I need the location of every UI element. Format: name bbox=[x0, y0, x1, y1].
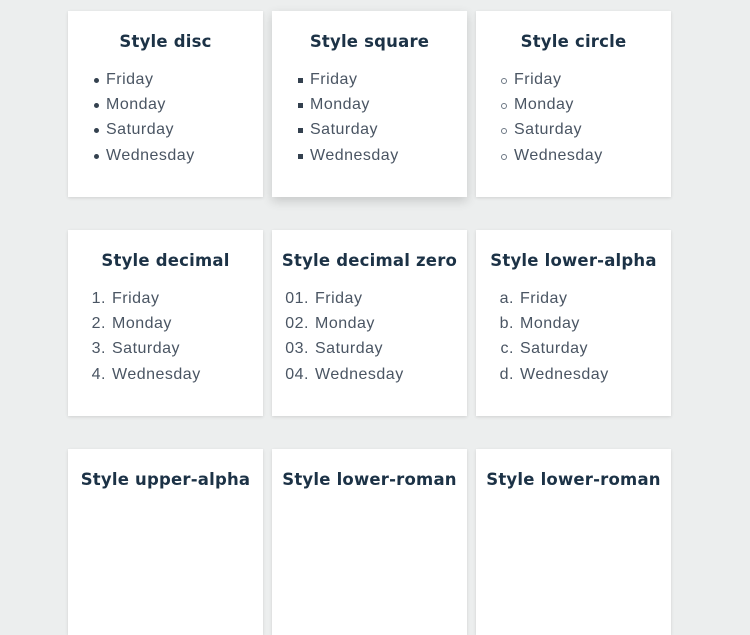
list-item-label: Monday bbox=[310, 96, 370, 114]
list-item: Monday bbox=[476, 92, 671, 117]
list-item-label: Friday bbox=[315, 289, 363, 307]
disc-bullet-icon bbox=[86, 148, 100, 164]
circle-bullet-icon bbox=[494, 122, 508, 138]
list-item-label: Friday bbox=[106, 70, 154, 88]
list-item: Monday bbox=[68, 92, 263, 117]
list-marker: 2. bbox=[91, 315, 106, 333]
list-marker: a. bbox=[499, 289, 514, 307]
circle-bullet-icon bbox=[494, 97, 508, 113]
list-item-label: Saturday bbox=[106, 121, 175, 139]
list-item: Saturday bbox=[68, 118, 263, 143]
square-bullet-icon bbox=[290, 148, 304, 164]
list-item-label: Wednesday bbox=[310, 146, 399, 164]
card-style-lower-roman-2: Style lower-roman bbox=[476, 449, 671, 635]
list-item-label: Monday bbox=[520, 315, 580, 333]
card-style-lower-alpha: Style lower-alpha a. Friday b. Monday c. Sa… bbox=[476, 230, 671, 416]
card-style-circle: Style circle Friday Monday Saturday Wedn… bbox=[476, 11, 671, 197]
list-item: 04. Wednesday bbox=[272, 362, 467, 387]
list-item-label: Friday bbox=[112, 289, 160, 307]
list-item: d. Wednesday bbox=[476, 362, 671, 387]
circle-bullet-icon bbox=[494, 148, 508, 164]
list-marker: 1. bbox=[91, 289, 106, 307]
card-style-decimal-zero: Style decimal zero 01. Friday 02. Monday 0… bbox=[272, 230, 467, 416]
list-item: a. Friday bbox=[476, 286, 671, 311]
day-list: Friday Monday Saturday Wednesday bbox=[476, 67, 671, 169]
list-item-label: Monday bbox=[112, 315, 172, 333]
list-item-label: Friday bbox=[520, 289, 568, 307]
disc-bullet-icon bbox=[86, 122, 100, 138]
list-item: Saturday bbox=[476, 118, 671, 143]
list-item-label: Friday bbox=[514, 70, 562, 88]
disc-bullet-icon bbox=[86, 97, 100, 113]
day-list: a. Friday b. Monday c. Saturday d. Wednesday bbox=[476, 286, 671, 388]
list-item: Wednesday bbox=[272, 143, 467, 168]
list-item-label: Saturday bbox=[514, 121, 583, 139]
card-style-lower-roman: Style lower-roman bbox=[272, 449, 467, 635]
list-marker: 4. bbox=[91, 365, 106, 383]
disc-bullet-icon bbox=[86, 72, 100, 88]
list-marker: d. bbox=[499, 365, 514, 383]
list-item: Friday bbox=[272, 67, 467, 92]
card-style-square: Style square Friday Monday Saturday Wedn… bbox=[272, 11, 467, 197]
list-item-label: Monday bbox=[106, 96, 166, 114]
list-item: Wednesday bbox=[476, 143, 671, 168]
list-item-label: Wednesday bbox=[315, 365, 404, 383]
list-marker: b. bbox=[499, 315, 514, 333]
list-marker: 02. bbox=[285, 315, 309, 333]
card-title: Style lower-roman bbox=[486, 470, 661, 489]
list-style-grid: Style disc Friday Monday Saturday Wednes… bbox=[68, 11, 671, 635]
list-item: Wednesday bbox=[68, 143, 263, 168]
list-item-label: Wednesday bbox=[106, 146, 195, 164]
list-item: b. Monday bbox=[476, 311, 671, 336]
card-title: Style lower-alpha bbox=[490, 251, 657, 270]
list-item: 02. Monday bbox=[272, 311, 467, 336]
list-item-label: Saturday bbox=[315, 340, 384, 358]
list-item: Saturday bbox=[272, 118, 467, 143]
list-item: 4. Wednesday bbox=[68, 362, 263, 387]
list-marker: 03. bbox=[285, 340, 309, 358]
list-item: 03. Saturday bbox=[272, 337, 467, 362]
card-title: Style decimal zero bbox=[281, 251, 458, 270]
list-marker: 3. bbox=[91, 340, 106, 358]
list-marker: 04. bbox=[285, 365, 309, 383]
list-item-label: Wednesday bbox=[520, 365, 609, 383]
list-item: 3. Saturday bbox=[68, 337, 263, 362]
card-title: Style square bbox=[309, 32, 430, 51]
list-item: Friday bbox=[476, 67, 671, 92]
list-item: 1. Friday bbox=[68, 286, 263, 311]
day-list: 01. Friday 02. Monday 03. Saturday 04. Wedne… bbox=[272, 286, 467, 388]
list-item-label: Friday bbox=[310, 70, 358, 88]
card-style-decimal: Style decimal 1. Friday 2. Monday 3. Saturd… bbox=[68, 230, 263, 416]
card-style-disc: Style disc Friday Monday Saturday Wednes… bbox=[68, 11, 263, 197]
list-item-label: Wednesday bbox=[514, 146, 603, 164]
card-title: Style lower-roman bbox=[282, 470, 457, 489]
list-item: 2. Monday bbox=[68, 311, 263, 336]
list-marker: 01. bbox=[285, 289, 309, 307]
list-item-label: Saturday bbox=[112, 340, 181, 358]
list-item: Friday bbox=[68, 67, 263, 92]
square-bullet-icon bbox=[290, 72, 304, 88]
list-item: c. Saturday bbox=[476, 337, 671, 362]
list-item-label: Saturday bbox=[520, 340, 589, 358]
square-bullet-icon bbox=[290, 122, 304, 138]
list-item-label: Wednesday bbox=[112, 365, 201, 383]
card-style-upper-alpha: Style upper-alpha bbox=[68, 449, 263, 635]
card-title: Style upper-alpha bbox=[80, 470, 251, 489]
list-item: 01. Friday bbox=[272, 286, 467, 311]
day-list: 1. Friday 2. Monday 3. Saturday 4. Wednesday bbox=[68, 286, 263, 388]
day-list: Friday Monday Saturday Wednesday bbox=[68, 67, 263, 169]
card-title: Style decimal bbox=[101, 251, 230, 270]
list-item-label: Monday bbox=[315, 315, 375, 333]
day-list: Friday Monday Saturday Wednesday bbox=[272, 67, 467, 169]
list-marker: c. bbox=[500, 340, 514, 358]
card-title: Style circle bbox=[520, 32, 627, 51]
list-item-label: Saturday bbox=[310, 121, 379, 139]
card-title: Style disc bbox=[119, 32, 212, 51]
list-item-label: Monday bbox=[514, 96, 574, 114]
square-bullet-icon bbox=[290, 97, 304, 113]
list-item: Monday bbox=[272, 92, 467, 117]
circle-bullet-icon bbox=[494, 72, 508, 88]
